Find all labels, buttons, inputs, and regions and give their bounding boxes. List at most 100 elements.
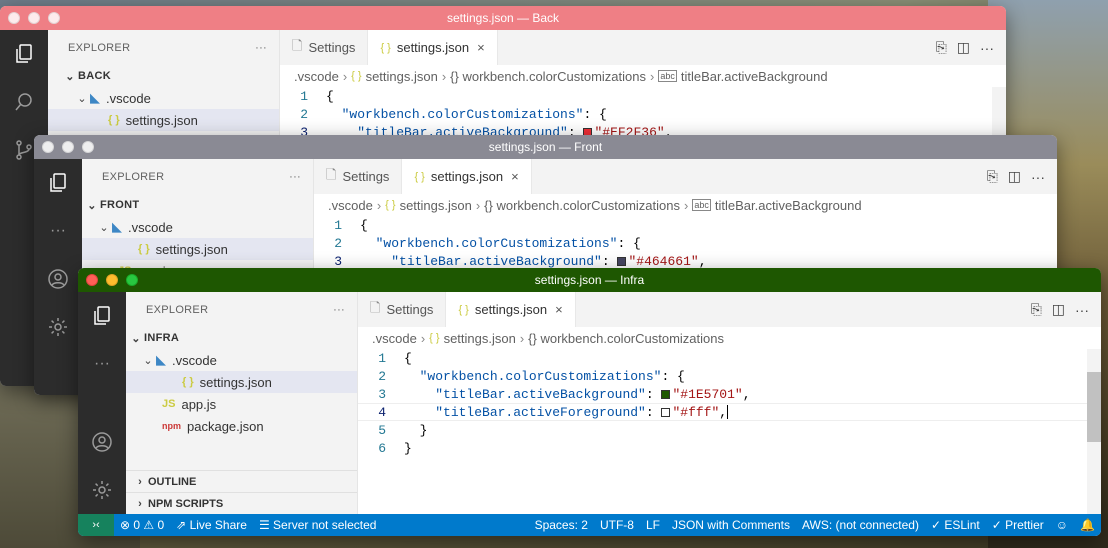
settings-activity[interactable]: [34, 303, 82, 351]
tab-label: settings.json: [396, 40, 470, 55]
color-swatch[interactable]: [661, 389, 671, 399]
live-share-status[interactable]: ⇗ Live Share: [170, 518, 253, 532]
explorer-activity[interactable]: [34, 159, 82, 207]
search-icon: [15, 93, 32, 111]
breadcrumb: .vscode › { } settings.json › {} workbench.…: [372, 330, 724, 346]
tree-folder[interactable]: ⌄ ◣ .vscode: [126, 349, 357, 371]
js-file-icon: JS: [162, 398, 176, 410]
more-actions-button[interactable]: ···: [1075, 302, 1089, 318]
open-changes-icon[interactable]: ⎘: [987, 168, 998, 185]
split-editor-icon[interactable]: ◫: [1052, 301, 1065, 318]
close-icon[interactable]: ×: [511, 169, 519, 184]
titlebar-front[interactable]: settings.json — Front: [34, 135, 1057, 159]
minimize-button[interactable]: [28, 12, 40, 24]
titlebar-back[interactable]: settings.json — Back: [0, 6, 1006, 30]
tree-root[interactable]: ⌄ FRONT: [82, 194, 313, 216]
language-status[interactable]: JSON with Comments: [666, 518, 796, 532]
npm-scripts-section[interactable]: › NPM SCRIPTS: [126, 492, 357, 514]
section-label: OUTLINE: [148, 475, 197, 488]
eslint-status[interactable]: ✓ ESLint: [925, 518, 986, 532]
file-icon: 🗋: [292, 37, 303, 53]
more-activity[interactable]: ···: [34, 207, 82, 255]
tab-settings[interactable]: 🗋 Settings: [280, 30, 369, 65]
breadcrumb: .vscode › { } settings.json › {} workbench.…: [328, 197, 862, 213]
breadcrumb-item[interactable]: settings.json: [444, 331, 516, 346]
search-activity[interactable]: [0, 78, 48, 126]
split-editor-icon[interactable]: ◫: [1008, 168, 1021, 185]
breadcrumb-item[interactable]: .vscode: [294, 69, 339, 84]
feedback-icon[interactable]: ☺: [1050, 518, 1074, 532]
breadcrumb-item[interactable]: .vscode: [372, 331, 417, 346]
close-button[interactable]: [42, 141, 54, 153]
tree-root[interactable]: ⌄ BACK: [48, 65, 279, 87]
code-editor[interactable]: 1{ 2 "workbench.colorCustomizations": { …: [358, 349, 1101, 457]
tab-settings[interactable]: 🗋 Settings: [358, 292, 447, 327]
account-activity[interactable]: [78, 418, 126, 466]
close-button[interactable]: [86, 274, 98, 286]
settings-activity[interactable]: [78, 466, 126, 514]
tree-file[interactable]: { } settings.json: [126, 371, 357, 393]
close-icon[interactable]: ×: [555, 302, 563, 317]
server-status[interactable]: ☰ Server not selected: [253, 518, 382, 532]
more-actions-button[interactable]: ···: [980, 40, 994, 56]
open-changes-icon[interactable]: ⎘: [1031, 301, 1042, 318]
remote-button[interactable]: ›‹: [78, 514, 114, 536]
explorer-activity[interactable]: [78, 292, 126, 340]
breadcrumb-item[interactable]: titleBar.activeBackground: [681, 69, 828, 84]
zoom-button[interactable]: [126, 274, 138, 286]
eol-status[interactable]: LF: [640, 518, 666, 532]
more-actions-button[interactable]: ···: [289, 171, 301, 183]
color-swatch[interactable]: [617, 256, 627, 266]
encoding-status[interactable]: UTF-8: [594, 518, 640, 532]
root-label: FRONT: [100, 199, 140, 211]
tab-settings-json[interactable]: { } settings.json ×: [368, 30, 498, 65]
account-activity[interactable]: [34, 255, 82, 303]
minimize-button[interactable]: [106, 274, 118, 286]
account-icon: [92, 432, 112, 452]
spaces-status[interactable]: Spaces: 2: [529, 518, 594, 532]
tree-root[interactable]: ⌄ INFRA: [126, 327, 357, 349]
outline-section[interactable]: › OUTLINE: [126, 470, 357, 492]
code-editor[interactable]: 1{ 2 "workbench.colorCustomizations": { …: [314, 216, 1057, 270]
more-actions-button[interactable]: ···: [333, 304, 345, 316]
breadcrumb-item[interactable]: {} workbench.colorCustomizations: [450, 69, 646, 84]
more-actions-button[interactable]: ···: [1031, 169, 1045, 185]
breadcrumb-item[interactable]: settings.json: [400, 198, 472, 213]
close-icon[interactable]: ×: [477, 40, 485, 55]
tree-file[interactable]: { } settings.json: [48, 109, 279, 131]
scrollbar-thumb[interactable]: [1087, 372, 1101, 442]
breadcrumb-item[interactable]: titleBar.activeBackground: [715, 198, 862, 213]
code-editor[interactable]: 1{ 2 "workbench.colorCustomizations": { …: [280, 87, 1006, 141]
problems-status[interactable]: ⊗ 0 ⚠ 0: [114, 518, 170, 532]
prettier-status[interactable]: ✓ Prettier: [986, 518, 1050, 532]
zoom-button[interactable]: [48, 12, 60, 24]
tree-folder[interactable]: ⌄ ◣ .vscode: [82, 216, 313, 238]
file-icon: 🗋: [370, 299, 381, 315]
editor-infra: 🗋 Settings { } settings.json × ⎘ ◫ ··· .vsc…: [358, 292, 1101, 514]
breadcrumb-item[interactable]: {} workbench.colorCustomizations: [528, 331, 724, 346]
open-changes-icon[interactable]: ⎘: [936, 39, 947, 56]
titlebar-infra[interactable]: settings.json — Infra: [78, 268, 1101, 292]
tree-folder[interactable]: ⌄ ◣ .vscode: [48, 87, 279, 109]
zoom-button[interactable]: [82, 141, 94, 153]
tree-file[interactable]: JS app.js: [126, 393, 357, 415]
breadcrumb-item[interactable]: .vscode: [328, 198, 373, 213]
tab-settings-json[interactable]: { } settings.json ×: [446, 292, 576, 327]
bell-icon[interactable]: 🔔: [1074, 518, 1101, 532]
tab-settings-json[interactable]: { } settings.json ×: [402, 159, 532, 194]
tree-file[interactable]: npm package.json: [126, 415, 357, 437]
tree-file[interactable]: { } settings.json: [82, 238, 313, 260]
more-activity[interactable]: ···: [78, 340, 126, 388]
explorer-activity[interactable]: [0, 30, 48, 78]
minimize-button[interactable]: [62, 141, 74, 153]
tab-settings[interactable]: 🗋 Settings: [314, 159, 403, 194]
breadcrumb: .vscode › { } settings.json › {} workbench.…: [294, 68, 828, 84]
more-actions-button[interactable]: ···: [255, 42, 267, 54]
breadcrumb-item[interactable]: settings.json: [366, 69, 438, 84]
split-editor-icon[interactable]: ◫: [957, 39, 970, 56]
close-button[interactable]: [8, 12, 20, 24]
aws-status[interactable]: AWS: (not connected): [796, 518, 925, 532]
breadcrumb-item[interactable]: {} workbench.colorCustomizations: [484, 198, 680, 213]
color-swatch[interactable]: [661, 407, 671, 417]
json-file-icon: { }: [429, 332, 440, 344]
